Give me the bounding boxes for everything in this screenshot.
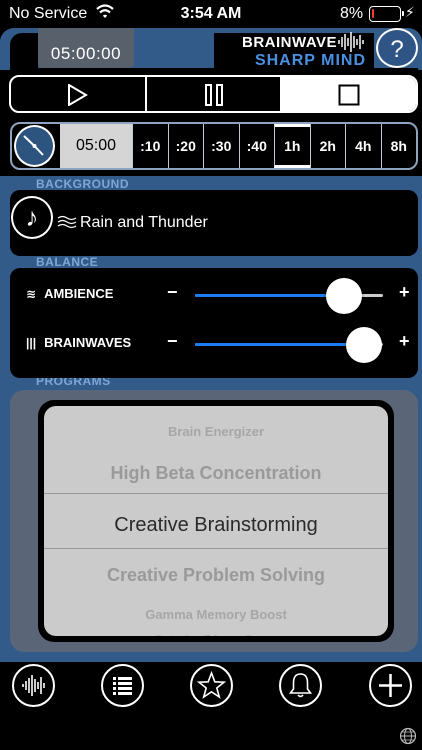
brainwave-logo-icon (338, 32, 364, 52)
brainwaves-icon: ||| (26, 336, 37, 350)
list-button[interactable] (101, 664, 144, 707)
balance-section-label: BALANCE (36, 255, 99, 269)
plus-icon (379, 674, 402, 697)
background-section-label: BACKGROUND (36, 177, 129, 191)
stop-button[interactable] (282, 77, 416, 111)
ambience-waves-icon: ≋ (26, 287, 37, 301)
program-option[interactable]: Brain Energizer (44, 424, 388, 439)
battery-percent: 8% (340, 5, 364, 22)
duration-value[interactable]: 05:00 (60, 124, 132, 168)
music-note-icon: ♪ (25, 202, 39, 232)
brainwaves-row: ||| BRAINWAVES − + (10, 325, 418, 365)
background-sound-row[interactable]: ♪ Rain and Thunder (10, 190, 418, 256)
add-button[interactable] (369, 664, 412, 707)
star-icon (196, 670, 227, 699)
battery-icon (369, 6, 404, 22)
duration-option[interactable]: :20 (167, 124, 204, 168)
duration-option[interactable]: 2h (309, 124, 346, 168)
duration-option[interactable]: :40 (238, 124, 275, 168)
ambience-increase-button[interactable]: + (399, 282, 410, 303)
background-sound-name: Rain and Thunder (80, 214, 208, 231)
pause-button[interactable] (147, 77, 283, 111)
status-bar: No Service 3:54 AM 8% ⚡ (0, 0, 422, 28)
help-label: ? (390, 36, 404, 63)
balance-panel: ≋ AMBIENCE − + ||| BRAINWAVES − + (10, 268, 418, 378)
duration-options: :10:20:30:40 1h 2h 4h 8h (132, 124, 416, 168)
ambience-label: AMBIENCE (44, 286, 114, 301)
charging-bolt-icon: ⚡ (405, 4, 415, 20)
timer-value: 05:00:00 (50, 44, 122, 63)
brainwaves-increase-button[interactable]: + (399, 331, 410, 352)
ambience-slider-thumb[interactable] (325, 278, 362, 314)
bottom-toolbar (0, 662, 422, 750)
program-option[interactable]: Gamma Memory Boost (44, 607, 388, 622)
waveform-button[interactable] (12, 664, 55, 707)
waveform-icon (22, 675, 45, 696)
globe-icon[interactable] (399, 727, 417, 745)
duration-option[interactable]: 4h (345, 124, 381, 168)
list-icon (113, 677, 132, 695)
stop-icon (338, 84, 360, 106)
picker-selection-top-line (44, 493, 388, 494)
play-button[interactable] (11, 77, 147, 111)
header-tab (140, 28, 214, 68)
duration-option[interactable]: :10 (132, 124, 168, 168)
brainwaves-label: BRAINWAVES (44, 335, 132, 350)
program-option[interactable]: Beta Confidence Boost (44, 634, 388, 636)
ambience-slider[interactable] (195, 278, 383, 314)
program-option[interactable]: High Beta Concentration (44, 463, 388, 484)
brainwaves-slider-thumb[interactable] (346, 327, 383, 363)
duration-selector: 05:00 :10:20:30:40 1h 2h 4h 8h (10, 122, 418, 170)
ambience-waves-icon (57, 215, 77, 229)
program-picker[interactable]: Brain Energizer High Beta Concentration Cr… (38, 400, 394, 642)
ambience-row: ≋ AMBIENCE − + (10, 276, 418, 316)
pause-icon (204, 84, 223, 106)
program-option[interactable]: Creative Brainstorming (44, 514, 388, 537)
bell-icon (288, 673, 313, 698)
brand-logo: BRAINWAVE SHARP MIND (228, 31, 368, 69)
play-icon (68, 84, 88, 106)
duration-option[interactable]: 8h (380, 124, 417, 168)
music-note-button[interactable]: ♪ (11, 196, 53, 239)
programs-panel: Brain Energizer High Beta Concentration Cr… (10, 390, 418, 652)
brand-name: BRAINWAVE (242, 34, 338, 51)
program-option[interactable]: Creative Problem Solving (44, 565, 388, 586)
brainwaves-slider[interactable] (195, 327, 383, 363)
brainwaves-decrease-button[interactable]: − (167, 331, 178, 352)
ambience-decrease-button[interactable]: − (167, 282, 178, 303)
favorites-button[interactable] (190, 664, 233, 707)
transport-controls (9, 75, 418, 113)
duration-option[interactable]: :30 (203, 124, 239, 168)
picker-selection-bottom-line (44, 548, 388, 549)
help-button[interactable]: ? (376, 28, 418, 68)
brand-tagline: SHARP MIND (254, 52, 366, 69)
clock-icon[interactable] (14, 125, 55, 167)
header-panel (10, 33, 38, 71)
duration-option[interactable]: 1h (274, 124, 310, 168)
alarm-button[interactable] (279, 664, 322, 707)
timer-display: 05:00:00 (38, 28, 134, 68)
